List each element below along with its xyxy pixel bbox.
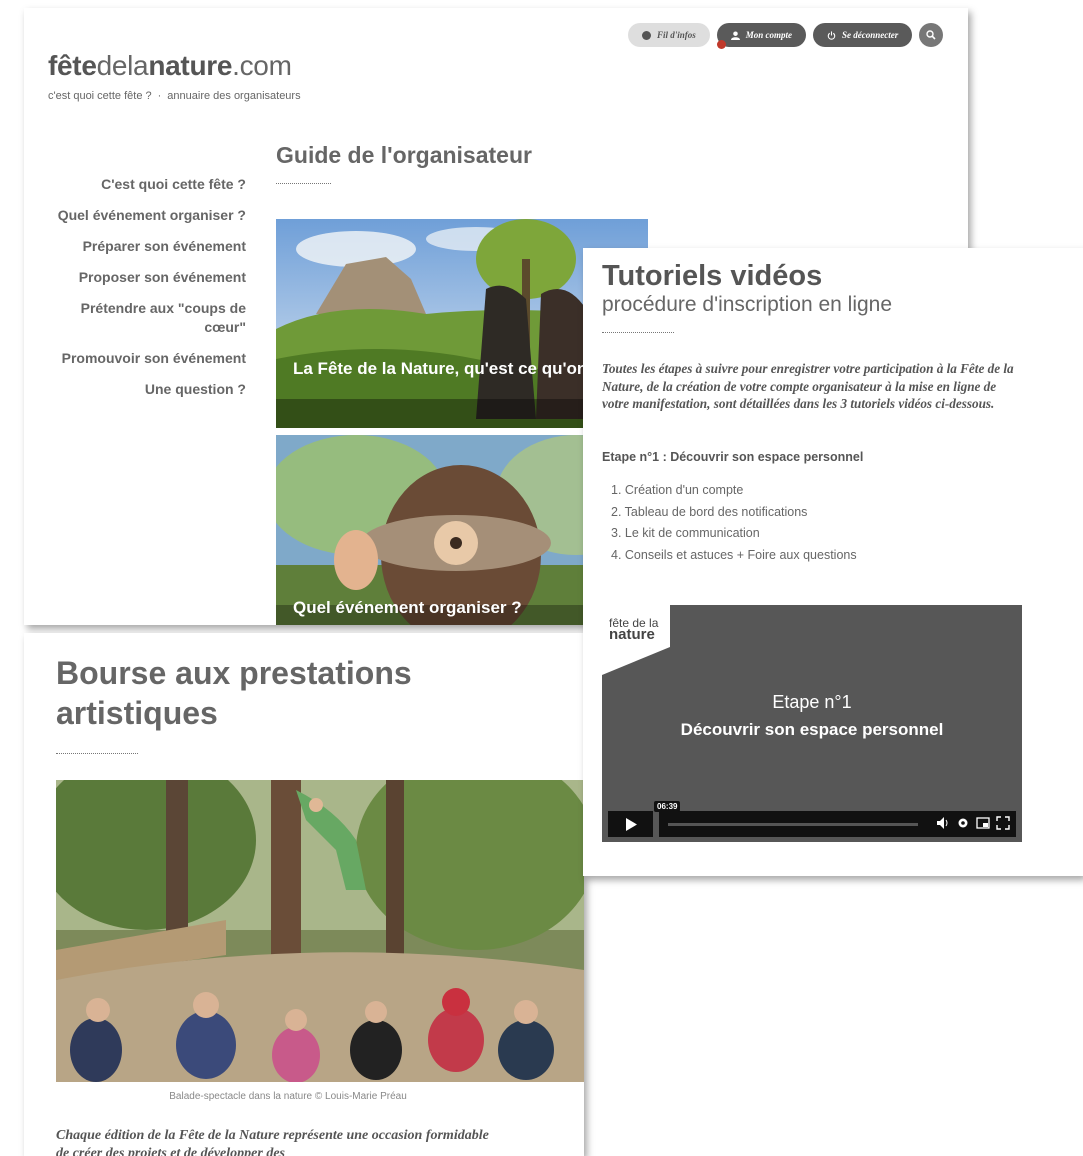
video-title-step: Etape n°1 (772, 692, 852, 712)
bourse-title: Bourse aux prestations artistiques (56, 655, 412, 731)
pip-icon[interactable] (976, 816, 990, 830)
video-logo-line2: nature (609, 626, 655, 643)
logo-part-dela: dela (96, 50, 149, 81)
step-heading: Etape n°1 : Découvrir son espace personn… (602, 450, 864, 464)
list-item: 3. Le kit de communication (611, 526, 760, 540)
logout-label: Se déconnecter (842, 30, 899, 40)
site-logo[interactable]: fêtedelanature.com (48, 50, 292, 82)
video-controls (659, 811, 1016, 837)
sidebar-item-cest-quoi[interactable]: C'est quoi cette fête ? (24, 175, 246, 194)
tutoriels-intro: Toutes les étapes à suivre pour enregist… (602, 361, 1014, 411)
sidebar-item-proposer[interactable]: Proposer son événement (24, 268, 246, 287)
sidebar-item-coups-de-coeur[interactable]: Prétendre aux "coups de cœur" (24, 299, 246, 337)
power-icon (827, 30, 836, 40)
card-title: Quel événement organiser ? (293, 598, 522, 617)
logout-button[interactable]: Se déconnecter (813, 23, 913, 47)
list-item: 4. Conseils et astuces + Foire aux quest… (611, 547, 857, 562)
settings-icon[interactable] (956, 816, 970, 830)
sidebar-item-preparer[interactable]: Préparer son événement (24, 237, 246, 256)
top-actions: Fil d'infos Mon compte Se déconnecter (628, 23, 944, 49)
sublink-separator: · (157, 90, 162, 102)
play-button[interactable] (608, 811, 653, 837)
tutoriels-title: Tutoriels vidéos (602, 260, 823, 292)
sidebar-item-quel-evenement[interactable]: Quel événement organiser ? (24, 206, 246, 225)
logo-part-fete: fête (48, 50, 97, 81)
fil-infos-button[interactable]: Fil d'infos (628, 23, 710, 47)
info-icon (642, 30, 651, 40)
progress-bar[interactable] (668, 823, 918, 826)
logo-part-nature: nature (148, 50, 233, 81)
tutoriels-subtitle: procédure d'inscription en ligne (602, 293, 893, 316)
video-duration: 06:39 (654, 801, 681, 812)
user-icon (730, 30, 740, 40)
photo-caption: Balade-spectacle dans la nature © Louis-… (169, 1091, 407, 1102)
video-player[interactable]: fête de la nature Etape n°1 Découvrir so… (602, 605, 1022, 842)
spectacle-photo (56, 780, 584, 1082)
volume-icon[interactable] (936, 816, 950, 830)
step-list: 1. Création d'un compte 2. Tableau de bo… (611, 480, 857, 566)
fil-infos-label: Fil d'infos (657, 30, 696, 40)
search-button[interactable] (919, 23, 944, 47)
search-icon (926, 30, 936, 40)
title-divider (602, 332, 674, 333)
sub-links: c'est quoi cette fête ? · annuaire des org… (48, 90, 301, 102)
tutoriels-panel: Tutoriels vidéos procédure d'inscription… (583, 248, 1083, 876)
bourse-intro-text: Chaque édition de la Fête de la Nature r… (56, 1128, 489, 1156)
sublink-annuaire[interactable]: annuaire des organisateurs (167, 90, 300, 102)
guide-title: Guide de l'organisateur (276, 142, 532, 168)
title-divider (56, 753, 138, 754)
sidebar-item-promouvoir[interactable]: Promouvoir son événement (24, 349, 246, 368)
notification-badge (716, 40, 726, 49)
video-control-icons (936, 816, 1010, 830)
video-logo: fête de la nature (609, 617, 658, 643)
sidebar-item-question[interactable]: Une question ? (24, 380, 246, 399)
play-icon (625, 817, 637, 831)
sidebar-nav: C'est quoi cette fête ? Quel événement o… (24, 175, 246, 411)
list-item: 1. Création d'un compte (611, 483, 744, 497)
sublink-cest-quoi[interactable]: c'est quoi cette fête ? (48, 90, 152, 102)
list-item: 2. Tableau de bord des notifications (611, 504, 808, 519)
mon-compte-button[interactable]: Mon compte (716, 23, 807, 49)
bourse-panel: Bourse aux prestations artistiques Balad… (24, 633, 584, 1156)
fullscreen-icon[interactable] (996, 816, 1010, 830)
mon-compte-label: Mon compte (745, 30, 793, 40)
title-divider (276, 183, 331, 184)
video-title-main: Découvrir son espace personnel (680, 720, 944, 739)
logo-part-com: .com (232, 50, 292, 81)
